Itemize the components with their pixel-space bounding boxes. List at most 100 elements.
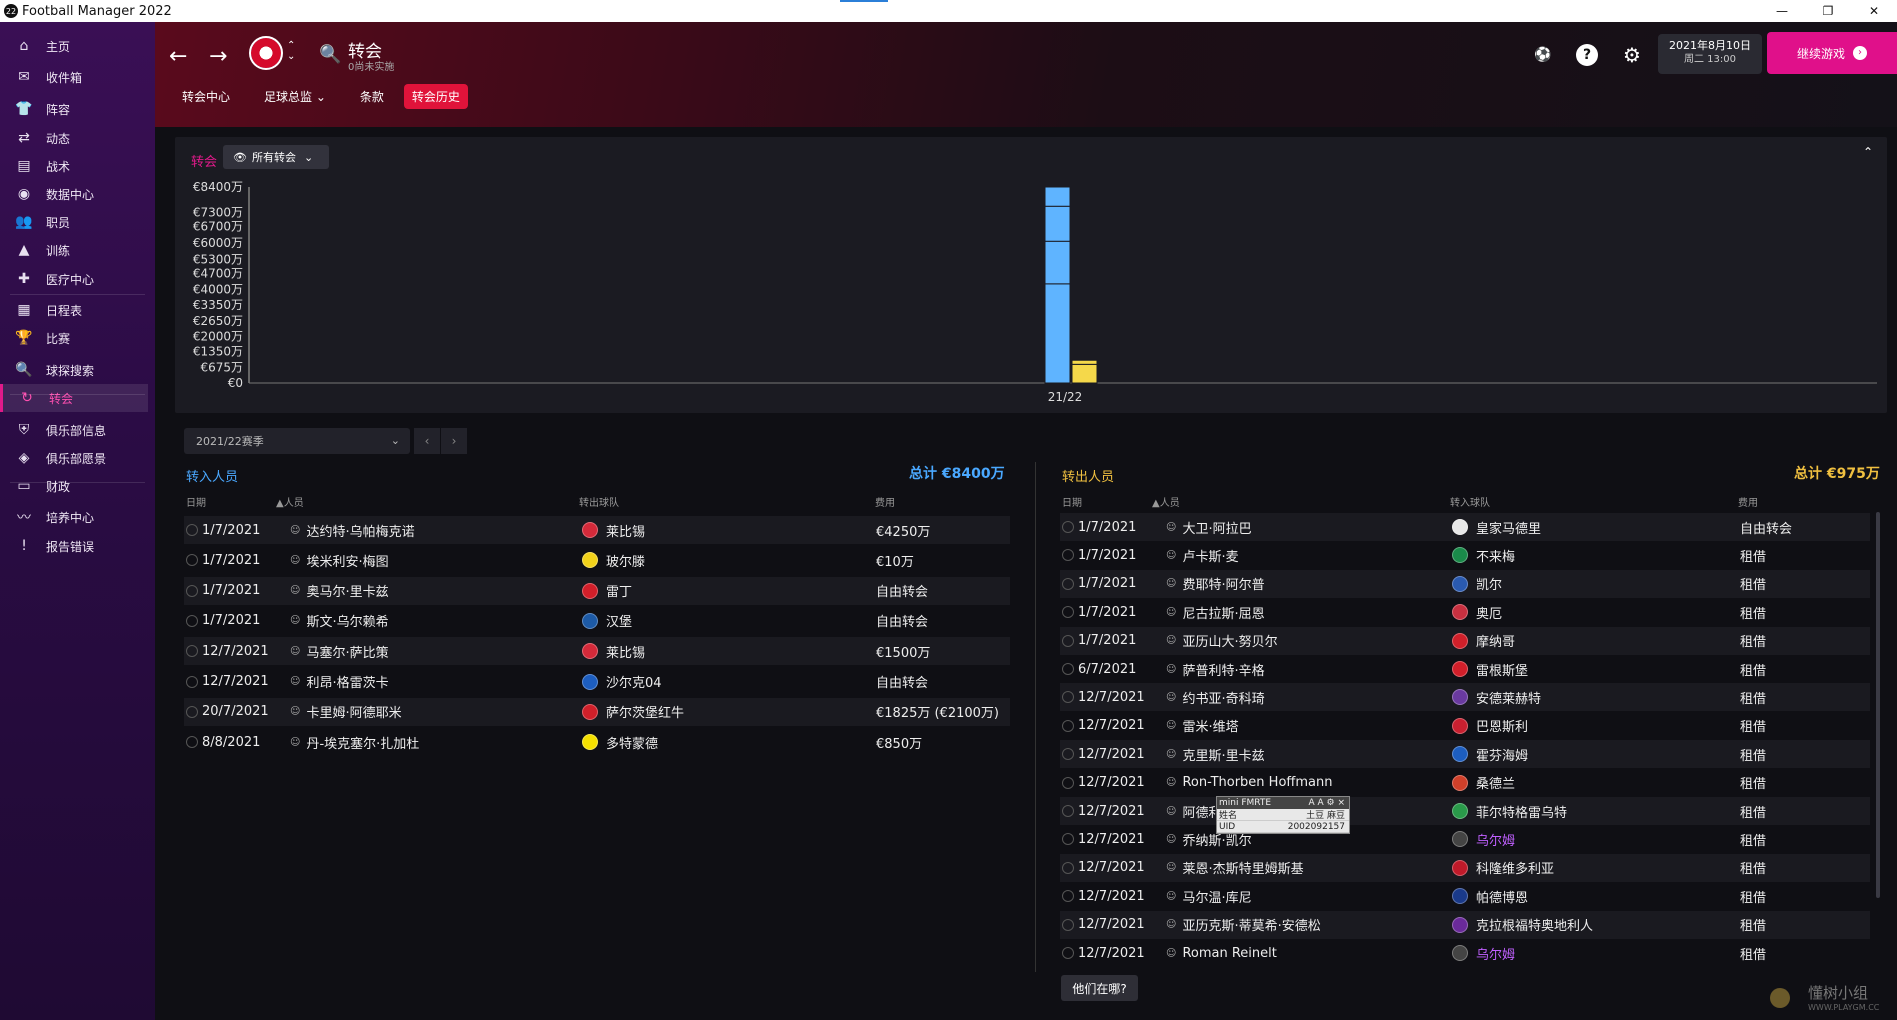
row-player[interactable]: ☺ 丹-埃克塞尔·扎加杜 — [290, 733, 419, 752]
row-club[interactable]: 帕德博恩 — [1452, 887, 1528, 906]
row-checkbox[interactable] — [1062, 549, 1074, 562]
table-row[interactable]: 1/7/2021 ☺ 斯文·乌尔赖希 汉堡 自由转会 — [184, 607, 1010, 635]
season-select[interactable]: 2021/22赛季 ⌄ — [184, 428, 410, 454]
row-player[interactable]: ☺ 利昂·格雷茨卡 — [290, 672, 389, 691]
in-header-fee[interactable]: 费用 — [875, 494, 895, 509]
row-player[interactable]: ☺ 马塞尔·萨比策 — [290, 642, 389, 661]
sidebar-item-schedule[interactable]: ▦ 日程表 — [0, 296, 148, 324]
table-row[interactable]: 1/7/2021 ☺ 奥马尔·里卡兹 雷丁 自由转会 — [184, 576, 1010, 605]
sidebar-item-trophy[interactable]: 🏆 比赛 — [0, 324, 148, 352]
row-player[interactable]: ☺ 大卫·阿拉巴 — [1166, 518, 1252, 537]
row-club[interactable]: 玻尔滕 — [582, 551, 645, 570]
row-checkbox[interactable] — [1062, 577, 1074, 590]
sidebar-item-staff[interactable]: 👥 职员 — [0, 208, 148, 236]
sidebar-item-scouting[interactable]: 🔍 球探搜索 — [0, 356, 148, 384]
sidebar-item-inbox[interactable]: ✉ 收件箱 — [0, 63, 148, 91]
scrollbar[interactable] — [1876, 512, 1880, 898]
mini-controls[interactable]: A A ⚙ × — [1308, 798, 1345, 808]
row-player[interactable]: ☺ 约书亚·奇科琦 — [1166, 688, 1265, 707]
table-row[interactable]: 12/7/2021 ☺ 克里斯·里卡兹 霍芬海姆 租借 — [1060, 740, 1870, 769]
row-player[interactable]: ☺ 尼古拉斯·屈恩 — [1166, 603, 1265, 622]
forward-arrow-icon[interactable]: → — [209, 44, 227, 69]
row-club[interactable]: 乌尔姆 — [1452, 944, 1515, 963]
table-row[interactable]: 1/7/2021 ☺ 尼古拉斯·屈恩 奥厄 租借 — [1060, 598, 1870, 626]
row-checkbox[interactable] — [1062, 521, 1074, 533]
row-checkbox[interactable] — [1062, 634, 1074, 647]
row-club[interactable]: 萨尔茨堡红牛 — [582, 702, 684, 721]
row-club[interactable]: 巴恩斯利 — [1452, 716, 1528, 735]
row-checkbox[interactable] — [1062, 748, 1074, 761]
next-season-button[interactable]: › — [441, 428, 467, 454]
row-player[interactable]: ☺ Ron-Thorben Hoffmann — [1166, 775, 1332, 790]
row-checkbox[interactable] — [186, 705, 198, 718]
row-checkbox[interactable] — [1062, 805, 1074, 817]
tab-3[interactable]: 转会历史 — [403, 84, 468, 109]
social-icon[interactable]: ⚽ — [1532, 44, 1554, 66]
row-club[interactable]: 菲尔特格雷乌特 — [1452, 802, 1567, 821]
row-player[interactable]: ☺ 亚历克斯·蒂莫希·安德松 — [1166, 915, 1321, 934]
in-header-club[interactable]: 转出球队 — [579, 494, 619, 509]
prev-season-button[interactable]: ‹ — [414, 428, 440, 454]
row-club[interactable]: 乌尔姆 — [1452, 830, 1515, 849]
out-header-date[interactable]: 日期 — [1062, 494, 1082, 509]
tab-1[interactable]: 足球总监 ⌄ — [256, 84, 334, 109]
row-player[interactable]: ☺ 达约特·乌帕梅克诺 — [290, 521, 415, 540]
table-row[interactable]: 1/7/2021 ☺ 费耶特·阿尔普 凯尔 租借 — [1060, 569, 1870, 598]
table-row[interactable]: 12/7/2021 ☺ Roman Reinelt 乌尔姆 租借 — [1060, 939, 1870, 967]
row-checkbox[interactable] — [186, 736, 198, 749]
row-player[interactable]: ☺ 亚历山大·努贝尔 — [1166, 631, 1278, 650]
sidebar-item-training[interactable]: ▲ 训练 — [0, 236, 148, 264]
row-club[interactable]: 雷根斯堡 — [1452, 660, 1528, 679]
table-row[interactable]: 12/7/2021☺阿德利·延塞菲尔特格雷乌特租借 — [1060, 797, 1870, 825]
table-row[interactable]: 12/7/2021 ☺ 莱恩·杰斯特里姆斯基 科隆维多利亚 租借 — [1060, 853, 1870, 882]
row-club[interactable]: 莱比锡 — [582, 521, 645, 540]
table-row[interactable]: 12/7/2021 ☺ Ron-Thorben Hoffmann 桑德兰 租借 — [1060, 769, 1870, 797]
close-window-button[interactable]: ✕ — [1851, 0, 1897, 22]
table-row[interactable]: 1/7/2021 ☺ 大卫·阿拉巴 皇家马德里 自由转会 — [1060, 513, 1870, 541]
row-player[interactable]: ☺ 埃米利安·梅图 — [290, 551, 389, 570]
row-player[interactable]: ☺ 马尔温·库尼 — [1166, 887, 1252, 906]
table-row[interactable]: 12/7/2021 ☺ 乔纳斯·凯尔 乌尔姆 租借 — [1060, 825, 1870, 853]
table-row[interactable]: 8/8/2021 ☺ 丹-埃克塞尔·扎加杜 多特蒙德 €850万 — [184, 728, 1010, 756]
table-row[interactable]: 12/7/2021 ☺ 雷米·维塔 巴恩斯利 租借 — [1060, 712, 1870, 740]
club-switch-icon[interactable]: ⌃ ⌄ — [287, 40, 295, 62]
row-club[interactable]: 奥厄 — [1452, 603, 1502, 622]
out-header-fee[interactable]: 费用 — [1738, 494, 1758, 509]
sidebar-item-club-vision[interactable]: ◈ 俱乐部愿景 — [0, 444, 148, 472]
row-club[interactable]: 莱比锡 — [582, 642, 645, 661]
row-club[interactable]: 桑德兰 — [1452, 773, 1515, 792]
row-player[interactable]: ☺ 卢卡斯·麦 — [1166, 546, 1239, 565]
row-player[interactable]: ☺ 莱恩·杰斯特里姆斯基 — [1166, 858, 1304, 877]
in-header-date[interactable]: 日期 — [186, 494, 206, 509]
row-checkbox[interactable] — [186, 614, 198, 627]
sidebar-item-finances[interactable]: ▭ 财政 — [0, 472, 148, 500]
tab-0[interactable]: 转会中心 — [174, 84, 238, 109]
row-player[interactable]: ☺ 奥马尔·里卡兹 — [290, 581, 389, 600]
sidebar-item-club-info[interactable]: ⛨ 俱乐部信息 — [0, 416, 148, 444]
row-club[interactable]: 凯尔 — [1452, 574, 1502, 593]
row-checkbox[interactable] — [186, 675, 198, 688]
table-row[interactable]: 6/7/2021 ☺ 萨普利特·辛格 雷根斯堡 租借 — [1060, 655, 1870, 683]
out-header-club[interactable]: 转入球队 — [1450, 494, 1490, 509]
row-checkbox[interactable] — [1062, 947, 1074, 959]
row-checkbox[interactable] — [1062, 606, 1074, 619]
row-club[interactable]: 皇家马德里 — [1452, 518, 1541, 537]
row-player[interactable]: ☺ Roman Reinelt — [1166, 946, 1277, 961]
sidebar-item-dynamics[interactable]: ⇄ 动态 — [0, 124, 148, 152]
row-club[interactable]: 多特蒙德 — [582, 733, 658, 752]
row-player[interactable]: ☺ 萨普利特·辛格 — [1166, 660, 1265, 679]
row-checkbox[interactable] — [186, 524, 198, 536]
row-player[interactable]: ☺ 卡里姆·阿德耶米 — [290, 702, 402, 721]
sidebar-item-tactics[interactable]: ▤ 战术 — [0, 152, 148, 180]
row-checkbox[interactable] — [1062, 890, 1074, 903]
table-row[interactable]: 12/7/2021 ☺ 马尔温·库尼 帕德博恩 租借 — [1060, 882, 1870, 910]
sidebar-item-medical[interactable]: ✚ 医疗中心 — [0, 265, 148, 293]
sidebar-item-data-hub[interactable]: ◉ 数据中心 — [0, 180, 148, 208]
table-row[interactable]: 12/7/2021 ☺ 利昂·格雷茨卡 沙尔克04 自由转会 — [184, 668, 1010, 696]
restore-button[interactable]: ❐ — [1805, 0, 1851, 22]
row-player[interactable]: ☺ 费耶特·阿尔普 — [1166, 574, 1265, 593]
row-checkbox[interactable] — [1062, 719, 1074, 732]
continue-game-button[interactable]: 继续游戏 › — [1767, 32, 1897, 74]
back-arrow-icon[interactable]: ← — [169, 44, 187, 69]
row-club[interactable]: 科隆维多利亚 — [1452, 858, 1554, 877]
